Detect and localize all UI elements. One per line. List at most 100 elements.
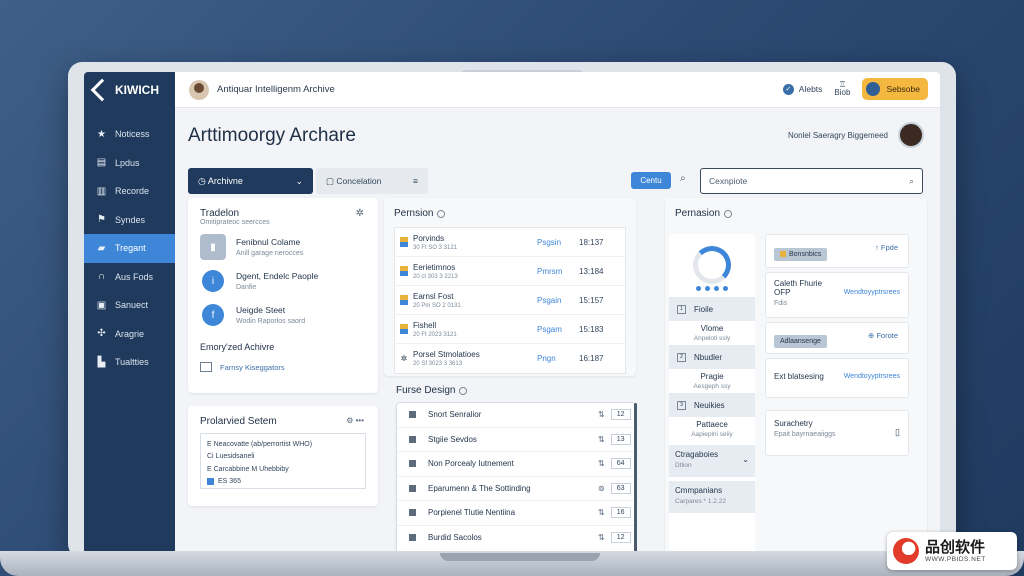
sort-icon: ⇅ (598, 434, 605, 444)
info-icon (724, 209, 733, 218)
sidebar-nav: ★ Noticess ▤ Lpdus ▥ Recorde ⚑ Syndes ▰ Trega… (84, 120, 175, 377)
sidebar-item-records[interactable]: ▥ Recorde (84, 177, 175, 206)
profile-pill[interactable]: Sebsobe (862, 78, 928, 100)
detail-link[interactable]: Wendtoyyptrsrees (844, 373, 900, 380)
list-item[interactable]: i Dgent, Endelc Paople Danfie (200, 268, 366, 294)
arch-icon: ∩ (97, 271, 106, 283)
sort-icon: ⇅ (598, 508, 605, 518)
table-row[interactable]: ✲ Porsel Stmolatioes 20 Sf 3023 3 3613 Pngn… (395, 344, 625, 373)
create-button[interactable]: Centu (631, 172, 671, 189)
square-icon (409, 411, 416, 419)
menu-icon: ≡ (413, 176, 418, 186)
flag-icon: ⚑ (97, 214, 106, 226)
watermark-name: 品创软件 (925, 538, 986, 556)
category-item[interactable]: 2 Nbudler (669, 345, 755, 369)
list-item: Ci Luesidsaneli (207, 453, 255, 461)
list-item[interactable]: Porpienel Tlutie Nentiina ⇅ 16 (397, 501, 635, 526)
list-item[interactable]: Stgiie Sevdos ⇅ 13 (397, 428, 635, 452)
square-icon (409, 534, 416, 542)
gauge-dots (669, 286, 755, 291)
more-icon[interactable]: ⚙ ••• (346, 416, 364, 425)
folder-icon: ▰ (97, 242, 106, 254)
clock-icon: ◷ (198, 175, 206, 186)
category-column: 1 Fioile Vlome Anpeloti ssly 2 Nbudler Prag… (669, 234, 755, 554)
sidebar-item-tualtties[interactable]: ▙ Tualtties (84, 348, 175, 377)
permission-card: Pernsion Porvinds 30 Ft SO 3 3121 Psgsin 18… (384, 198, 636, 376)
category-item[interactable]: 1 Fioile (669, 297, 755, 321)
app-avatar (189, 79, 209, 100)
table-row[interactable]: Fishell 20 Ft 2023 3121 Psgam 15:183 (395, 315, 625, 344)
laptop-frame: KIWICH ★ Noticess ▤ Lpdus ▥ Recorde ⚑ Syndes… (68, 62, 956, 558)
top-bar: Antiquar Intelligenm Archive ✓ Alebts ♖ Bi… (175, 72, 940, 108)
category-sub: Pattaece Aapieplni seiiy (691, 420, 733, 438)
notification-button[interactable]: ♖ Biob (834, 81, 850, 97)
categories-dropdown[interactable]: Ctragaboies Dtlion ⌄ (669, 445, 755, 477)
companions-item[interactable]: Cmmpanians Carpares * 1.2.22 (669, 481, 755, 513)
chip-card: Bonsnbics ↑ Fpde (765, 234, 909, 268)
info-icon: f (202, 304, 224, 326)
table-row[interactable]: Eerietimnos 20 ct 303 3 2213 Pmrsm 13:184 (395, 257, 625, 286)
search-field[interactable]: Cexnpiote ⌕ (700, 168, 923, 194)
printer-icon: ▙ (97, 356, 106, 368)
table-row[interactable]: Porvinds 30 Ft SO 3 3121 Psgsin 18:137 (395, 228, 625, 257)
system-card: Prolarvied Setem ⚙ ••• E Neacovatte (ab/… (188, 406, 378, 506)
header-user-text: Nonlel Saeragry Biggemeed (787, 130, 888, 140)
chevron-down-icon: ⌄ (742, 455, 749, 464)
clipboard-icon[interactable]: ▯ (895, 427, 900, 438)
category-sub: Pragie Aesgeph ssy (693, 372, 731, 390)
puzzle-icon (400, 295, 408, 305)
chip-card: Adlaansenge ⊕ Forote (765, 322, 909, 354)
archive-dropdown[interactable]: ◷ Archivne ⌄ (188, 168, 313, 194)
footer-link[interactable]: Farnsy Kiseggators (200, 362, 366, 372)
header-user[interactable]: Nonlel Saeragry Biggemeed (788, 122, 924, 148)
scrollbar[interactable] (634, 403, 637, 553)
sidebar-item-syndes[interactable]: ⚑ Syndes (84, 206, 175, 235)
app-screen: KIWICH ★ Noticess ▤ Lpdus ▥ Recorde ⚑ Syndes… (84, 72, 940, 554)
sidebar-item-updates[interactable]: ▤ Lpdus (84, 149, 175, 178)
sidebar-item-aus-fods[interactable]: ∩ Aus Fods (84, 263, 175, 292)
calendar-icon: ▣ (96, 299, 107, 311)
table-row[interactable]: Earnsl Fost 20 Pm SO 2 0131 Psgain 15:157 (395, 286, 625, 315)
square-icon (409, 509, 416, 517)
category-item[interactable]: 3 Neuikies (669, 393, 755, 417)
sidebar-item-notices[interactable]: ★ Noticess (84, 120, 175, 149)
gear-icon[interactable]: ✲ (356, 208, 364, 219)
sort-icon: ⇅ (598, 533, 605, 543)
sort-icon: ⇅ (598, 410, 605, 420)
list-item[interactable]: f Ueigde Steet Wodin Raporlos saord (200, 302, 366, 328)
search-placeholder: Cexnpiote (709, 176, 748, 186)
sidebar-item-tregant[interactable]: ▰ Tregant (84, 234, 175, 263)
laptop-groove (440, 553, 600, 561)
list-item[interactable]: Non Porcealy Iutnement ⇅ 64 (397, 452, 635, 477)
user-avatar (898, 122, 924, 148)
star-icon: ★ (97, 128, 106, 140)
detail-link[interactable]: Wendtoyyptrsrees (844, 289, 900, 296)
upload-action[interactable]: ↑ Fpde (875, 243, 898, 252)
square-icon (409, 460, 416, 468)
square-icon (207, 478, 214, 486)
detail-card: Ext blatsesing Wendtoyyptrsrees (765, 358, 909, 398)
alerts-link[interactable]: ✓ Alebts (782, 83, 822, 95)
sidebar: KIWICH ★ Noticess ▤ Lpdus ▥ Recorde ⚑ Syndes… (84, 72, 175, 554)
sidebar-item-sanuect[interactable]: ▣ Sanuect (84, 291, 175, 320)
list-item[interactable]: Eparumenn & The Sottinding ⊚ 63 (397, 477, 635, 501)
list-item[interactable]: Burdid Sacolos ⇅ 12 (397, 526, 635, 551)
status-chip[interactable]: Bonsnbics (774, 248, 828, 261)
sidebar-item-aragrie[interactable]: ✣ Aragrie (84, 320, 175, 349)
list-item: E Neacovatte (ab/perrortist WHO) (207, 440, 313, 448)
app-logo[interactable]: KIWICH (84, 72, 175, 108)
puzzle-icon (400, 266, 408, 276)
square-icon (409, 484, 416, 492)
puzzle-icon (400, 324, 408, 334)
app-title: Antiquar Intelligenm Archive (217, 84, 335, 95)
promote-action[interactable]: ⊕ Forote (868, 331, 898, 340)
status-chip[interactable]: Adlaansenge (774, 335, 827, 348)
link-icon[interactable]: ⌕ (680, 173, 686, 184)
info-icon (437, 209, 446, 218)
list-item[interactable]: Snort Senralior ⇅ 12 (397, 403, 635, 428)
alert-icon: ✓ (782, 83, 794, 95)
info-icon: i (202, 270, 224, 292)
collection-tab[interactable]: ▢ Concelation ≡ (316, 168, 428, 194)
list-item[interactable]: ▮ Fenibnul Colame Anill garage nerocces (200, 234, 366, 260)
document-icon: ▤ (96, 157, 107, 169)
